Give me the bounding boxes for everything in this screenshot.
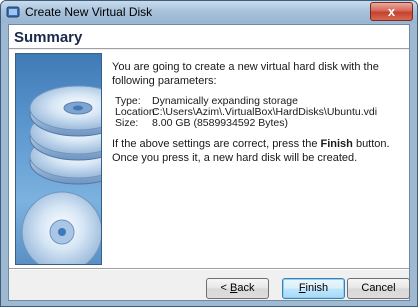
back-button[interactable]: < Back	[206, 278, 269, 299]
cancel-button[interactable]: Cancel	[347, 278, 410, 299]
disk-stack-icon	[21, 85, 101, 264]
virtualbox-app-icon	[6, 6, 20, 18]
disk-banner-image	[15, 53, 102, 265]
dialog-body: Summary You are going to create a new vi…	[8, 24, 410, 301]
param-label: Size:	[115, 117, 139, 129]
param-row-size: Size: 8.00 GB (8589934592 Bytes)	[115, 118, 404, 129]
param-value: 8.00 GB (8589934592 Bytes)	[152, 117, 289, 129]
finish-button[interactable]: Finish	[282, 278, 345, 299]
wizard-header: Summary	[9, 25, 409, 49]
footer-separator	[9, 268, 409, 270]
note-text-start: If the above settings are correct, press…	[112, 138, 321, 150]
dialog-window: Create New Virtual Disk x Summary You ar…	[0, 0, 418, 307]
window-title: Create New Virtual Disk	[25, 5, 153, 19]
close-button[interactable]: x	[370, 2, 413, 21]
finish-mnemonic: F	[298, 282, 306, 294]
parameter-list: Type: Dynamically expanding storage Loca…	[115, 96, 404, 129]
summary-note: If the above settings are correct, press…	[112, 137, 404, 165]
back-prefix: <	[220, 282, 230, 294]
summary-intro: You are going to create a new virtual ha…	[112, 61, 379, 87]
back-rest: ack	[237, 282, 255, 294]
summary-text: You are going to create a new virtual ha…	[112, 60, 404, 165]
page-title: Summary	[14, 29, 83, 46]
close-icon: x	[387, 4, 396, 19]
finish-rest: inish	[305, 282, 329, 294]
title-bar[interactable]: Create New Virtual Disk x	[1, 1, 417, 23]
note-finish-word: Finish	[320, 138, 353, 150]
